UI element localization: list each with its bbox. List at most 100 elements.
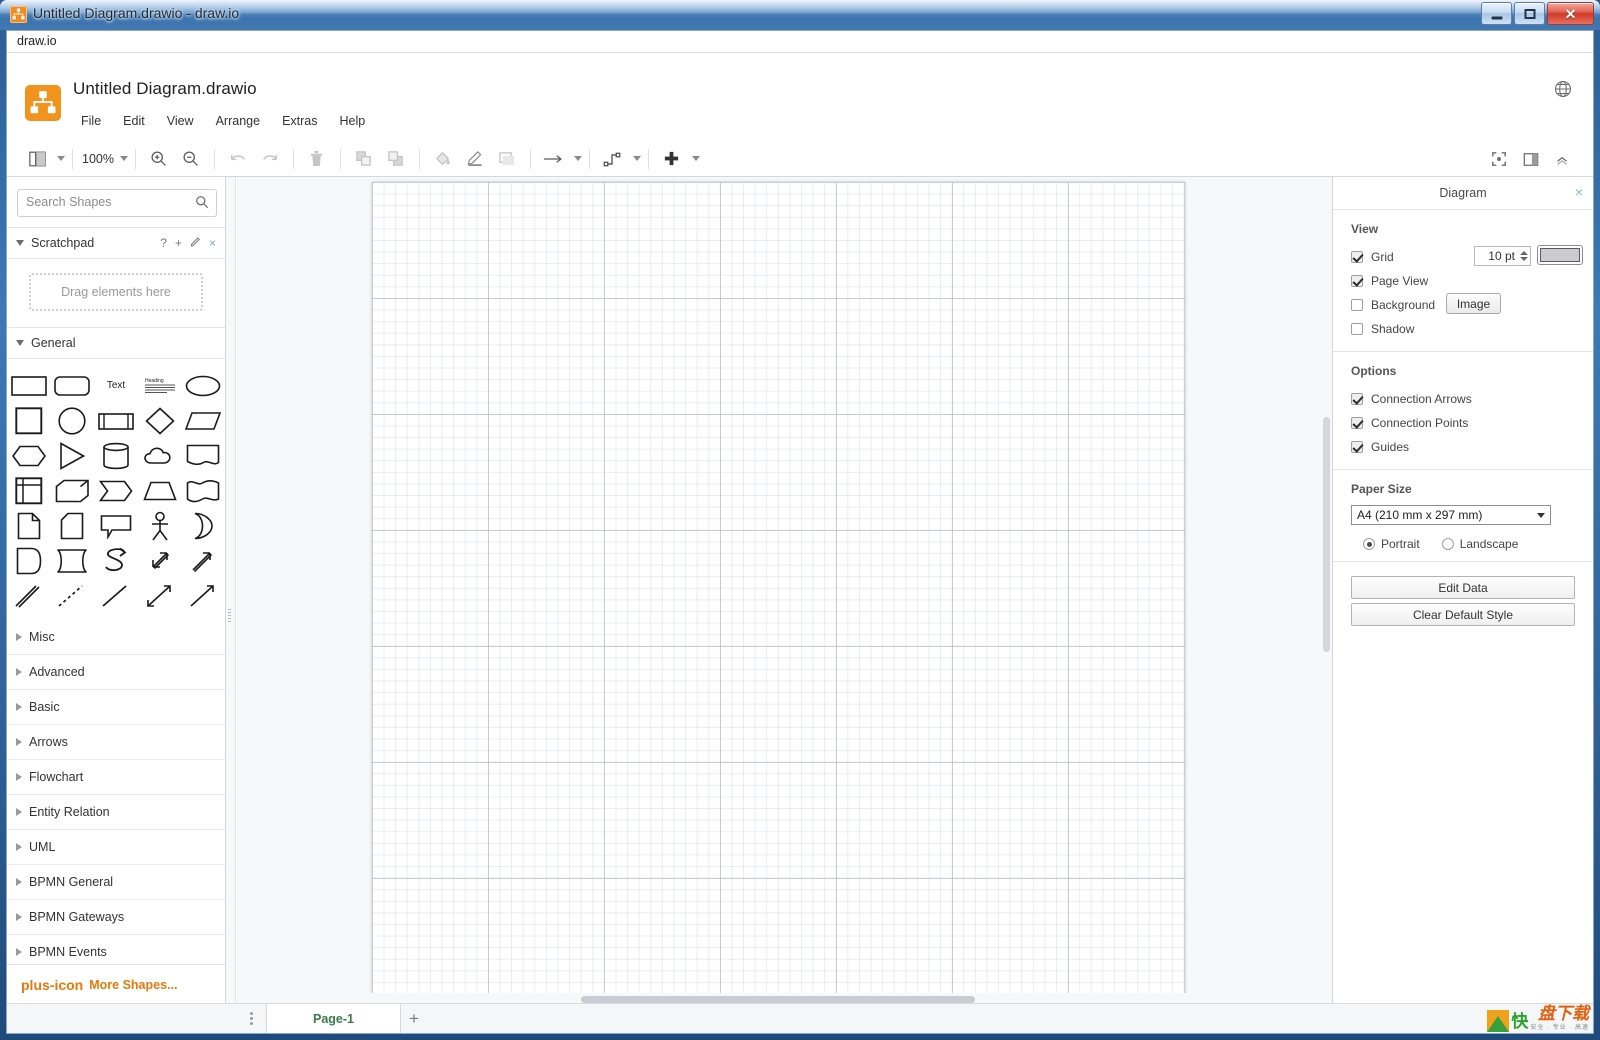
sidebar-item-uml[interactable]: UML <box>7 830 225 865</box>
add-page-button[interactable]: + <box>399 1004 429 1033</box>
shape-cube[interactable] <box>52 474 92 507</box>
connection-arrows-checkbox[interactable] <box>1351 393 1363 405</box>
grid-size-input[interactable]: 10 pt <box>1474 246 1519 266</box>
search-shapes-box[interactable] <box>17 189 217 217</box>
horizontal-scroll-thumb[interactable] <box>581 996 975 1003</box>
sidebar-item-misc[interactable]: Misc <box>7 620 225 655</box>
grid-checkbox[interactable] <box>1351 251 1363 263</box>
diagram-canvas[interactable] <box>237 177 1332 1005</box>
close-button[interactable]: ✕ <box>1547 2 1594 25</box>
shadow-icon[interactable] <box>491 146 523 172</box>
shape-triangle[interactable] <box>52 439 92 472</box>
shape-note[interactable] <box>9 509 49 542</box>
collapse-chevrons-icon[interactable] <box>1547 146 1579 172</box>
zoom-level[interactable]: 100% <box>80 152 116 166</box>
shape-diamond[interactable] <box>140 404 180 437</box>
menu-arrange[interactable]: Arrange <box>205 111 271 131</box>
sidebar-item-bpmn-gateways[interactable]: BPMN Gateways <box>7 900 225 935</box>
portrait-radio[interactable] <box>1363 538 1375 550</box>
bring-to-front-icon[interactable] <box>348 146 380 172</box>
view-layout-icon[interactable] <box>21 146 53 172</box>
waypoints-icon[interactable] <box>597 146 629 172</box>
line-color-icon[interactable] <box>459 146 491 172</box>
fill-color-icon[interactable] <box>427 146 459 172</box>
shape-callout[interactable] <box>96 509 136 542</box>
sidebar-item-entity-relation[interactable]: Entity Relation <box>7 795 225 830</box>
menu-file[interactable]: File <box>75 111 112 131</box>
sidebar-item-advanced[interactable]: Advanced <box>7 655 225 690</box>
sidebar-item-bpmn-general[interactable]: BPMN General <box>7 865 225 900</box>
page-menu-button[interactable] <box>237 1004 265 1033</box>
shape-dashed-line[interactable] <box>52 579 92 612</box>
close-icon[interactable]: × <box>1575 185 1583 199</box>
page-tab-page-1[interactable]: Page-1 <box>266 1004 401 1033</box>
pencil-icon[interactable] <box>190 236 201 250</box>
shape-parallelogram[interactable] <box>183 404 223 437</box>
shape-square[interactable] <box>9 404 49 437</box>
shape-document[interactable] <box>183 439 223 472</box>
shadow-checkbox[interactable] <box>1351 323 1363 335</box>
close-icon[interactable]: × <box>209 236 216 250</box>
shape-bidirectional-arrow[interactable] <box>140 579 180 612</box>
shape-hexagon[interactable] <box>9 439 49 472</box>
diagram-page[interactable] <box>372 182 1185 997</box>
insert-plus-icon[interactable] <box>656 146 688 172</box>
grid-color-swatch[interactable] <box>1537 245 1583 265</box>
shape-ellipse[interactable] <box>183 369 223 402</box>
sidebar-item-basic[interactable]: Basic <box>7 690 225 725</box>
shape-circle[interactable] <box>52 404 92 437</box>
canvas-vertical-scrollbar[interactable] <box>1320 177 1332 1005</box>
shape-rectangle[interactable] <box>9 369 49 402</box>
zoom-in-icon[interactable] <box>143 146 175 172</box>
sidebar-splitter[interactable] <box>226 177 236 1005</box>
page-view-checkbox[interactable] <box>1351 275 1363 287</box>
shape-internal-storage[interactable] <box>9 474 49 507</box>
zoom-out-icon[interactable] <box>175 146 207 172</box>
help-icon[interactable]: ? <box>160 236 167 250</box>
scratchpad-header[interactable]: Scratchpad ? + × <box>7 227 225 259</box>
shape-double-line[interactable] <box>9 579 49 612</box>
format-panel-icon[interactable] <box>1515 146 1547 172</box>
menu-edit[interactable]: Edit <box>112 111 156 131</box>
grid-size-stepper[interactable] <box>1518 246 1531 266</box>
scratchpad-dropzone[interactable]: Drag elements here <box>29 273 203 311</box>
maximize-button[interactable] <box>1514 2 1545 25</box>
vertical-scroll-thumb[interactable] <box>1323 417 1330 652</box>
sidebar-item-flowchart[interactable]: Flowchart <box>7 760 225 795</box>
shape-arrow[interactable] <box>183 579 223 612</box>
search-input[interactable] <box>18 190 216 214</box>
shape-rounded-rectangle[interactable] <box>52 369 92 402</box>
redo-icon[interactable] <box>254 146 286 172</box>
shape-process[interactable] <box>96 404 136 437</box>
globe-icon[interactable] <box>1553 79 1573 99</box>
background-image-button[interactable]: Image <box>1446 293 1501 314</box>
minimize-button[interactable] <box>1481 2 1512 25</box>
menu-view[interactable]: View <box>156 111 205 131</box>
background-checkbox[interactable] <box>1351 299 1363 311</box>
send-to-back-icon[interactable] <box>380 146 412 172</box>
shape-card[interactable] <box>52 509 92 542</box>
shape-actor[interactable] <box>140 509 180 542</box>
shape-or[interactable] <box>183 509 223 542</box>
fullscreen-icon[interactable] <box>1483 146 1515 172</box>
edit-data-button[interactable]: Edit Data <box>1351 576 1575 599</box>
menu-extras[interactable]: Extras <box>271 111 328 131</box>
sidebar-item-arrows[interactable]: Arrows <box>7 725 225 760</box>
zoom-caret[interactable] <box>119 156 128 161</box>
connection-points-checkbox[interactable] <box>1351 417 1363 429</box>
shape-double-arrow[interactable] <box>140 544 180 577</box>
shape-data-storage[interactable] <box>9 544 49 577</box>
undo-icon[interactable] <box>222 146 254 172</box>
general-section-header[interactable]: General <box>7 327 225 359</box>
shape-tape[interactable] <box>183 474 223 507</box>
trash-icon[interactable] <box>301 146 333 172</box>
shape-delay[interactable] <box>52 544 92 577</box>
view-layout-caret[interactable] <box>57 156 65 161</box>
more-shapes-button[interactable]: plus-icon More Shapes... <box>7 964 225 1005</box>
shape-line[interactable] <box>96 579 136 612</box>
paper-size-select[interactable]: A4 (210 mm x 297 mm) <box>1351 505 1551 525</box>
waypoints-caret[interactable] <box>632 156 641 161</box>
shape-step[interactable] <box>96 474 136 507</box>
add-icon[interactable]: + <box>175 236 182 250</box>
landscape-radio[interactable] <box>1441 538 1454 550</box>
